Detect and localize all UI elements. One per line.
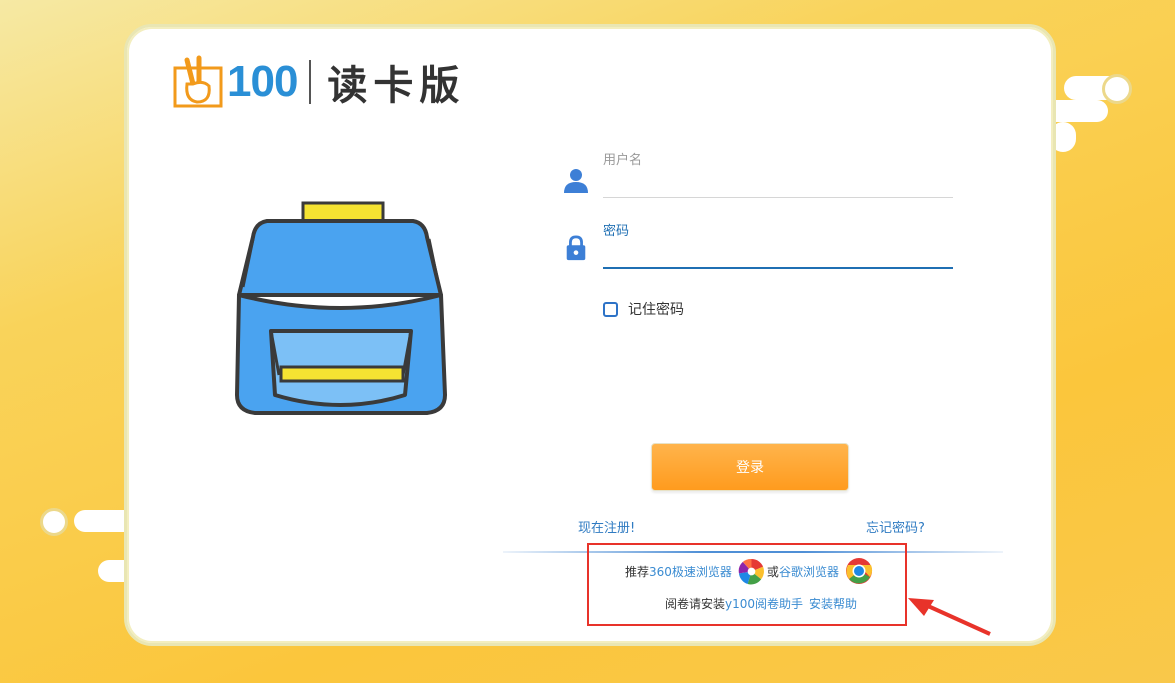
bg-cloud-dot bbox=[1102, 74, 1132, 104]
remember-password-checkbox[interactable]: 记住密码 bbox=[603, 299, 684, 319]
password-field: 密码 bbox=[563, 219, 953, 273]
logo-number: 100 bbox=[227, 57, 298, 106]
lock-icon bbox=[566, 235, 586, 261]
card-reader-bag-illustration bbox=[235, 201, 447, 415]
username-input[interactable] bbox=[603, 171, 953, 193]
logo: 100 读卡版 bbox=[173, 53, 465, 111]
checkbox-box[interactable] bbox=[603, 301, 618, 317]
user-icon bbox=[564, 169, 588, 193]
login-button[interactable]: 登录 bbox=[651, 443, 849, 491]
logo-separator bbox=[309, 60, 312, 104]
password-underline bbox=[603, 267, 953, 269]
username-field: 用户名 bbox=[563, 147, 953, 201]
bg-cloud-dot bbox=[40, 508, 68, 536]
password-label: 密码 bbox=[603, 224, 630, 239]
username-label: 用户名 bbox=[603, 153, 643, 168]
remember-password-label: 记住密码 bbox=[628, 302, 684, 318]
forgot-password-link[interactable]: 忘记密码? bbox=[866, 517, 925, 536]
victory-hand-icon bbox=[173, 55, 223, 108]
password-input[interactable] bbox=[603, 243, 953, 265]
pointer-arrow-icon bbox=[908, 598, 991, 636]
username-underline bbox=[603, 197, 953, 198]
logo-product-name: 读卡版 bbox=[327, 63, 466, 109]
highlight-box bbox=[587, 543, 907, 626]
register-link[interactable]: 现在注册! bbox=[578, 517, 635, 536]
